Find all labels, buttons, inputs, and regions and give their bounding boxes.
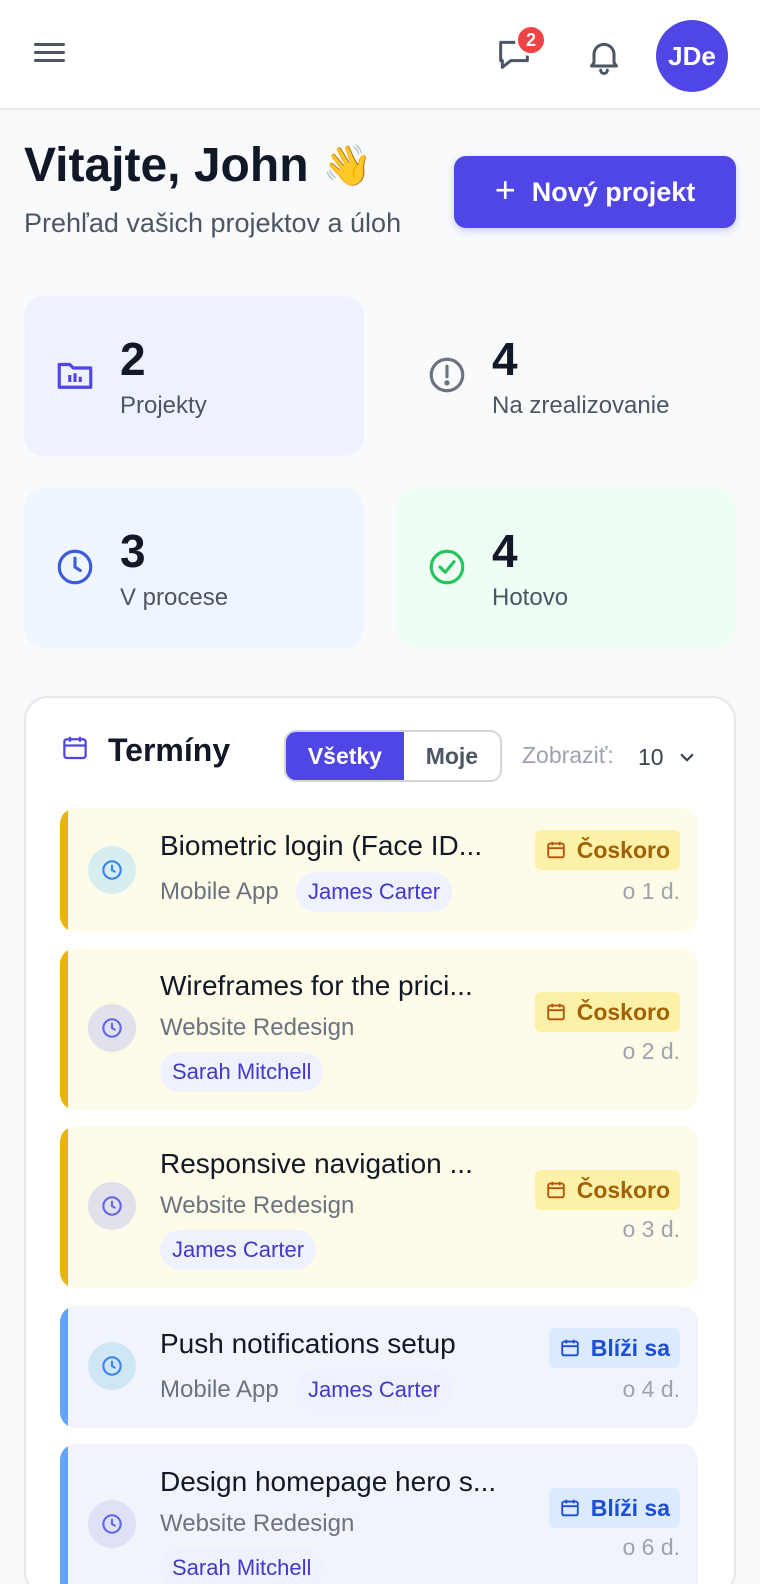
- deadlines-panel: Termíny Všetky Moje Zobraziť: 10 Biometr…: [24, 696, 736, 1584]
- deadlines-title: Termíny: [108, 732, 231, 768]
- task-title: Responsive navigation ...: [160, 1148, 473, 1179]
- task-project: Website Redesign: [160, 1192, 355, 1219]
- task-title: Biometric login (Face ID...: [160, 830, 483, 861]
- assignee-pill[interactable]: James Carter: [160, 1230, 317, 1270]
- row-accent-bar: [60, 808, 68, 932]
- wave-emoji: 👋: [322, 144, 373, 188]
- stat-label: Hotovo: [492, 584, 569, 611]
- status-label: Čoskoro: [576, 836, 670, 863]
- stat-value: 2: [120, 333, 146, 385]
- task-project: Mobile App: [160, 878, 279, 905]
- clock-icon: [88, 1342, 136, 1390]
- stat-label: Projekty: [120, 392, 207, 419]
- new-project-label: Nový projekt: [531, 176, 696, 207]
- calendar-icon: [561, 1339, 579, 1357]
- calendar-icon: [546, 1181, 565, 1199]
- show-count-select[interactable]: 10: [638, 744, 696, 771]
- check-circle-icon: [426, 546, 468, 588]
- page-subtitle: Prehľad vašich projektov a úloh: [24, 208, 402, 238]
- deadline-row[interactable]: Responsive navigation ... Website Redesi…: [60, 1126, 698, 1288]
- due-text: o 6 d.: [622, 1534, 680, 1560]
- stat-card-in-progress[interactable]: 3 V procese: [24, 488, 364, 648]
- calendar-icon: [546, 1003, 565, 1021]
- clock-icon: [88, 1182, 136, 1230]
- calendar-icon: [60, 733, 90, 768]
- assignee-pill[interactable]: Sarah Mitchell: [160, 1052, 324, 1092]
- stat-card-todo[interactable]: 4 Na zrealizovanie: [396, 296, 736, 456]
- clock-icon: [88, 1004, 136, 1052]
- status-label: Blíži sa: [590, 1334, 670, 1361]
- alert-circle-icon: [426, 354, 468, 396]
- due-text: o 1 d.: [622, 878, 680, 904]
- filter-all-button[interactable]: Všetky: [286, 732, 404, 780]
- assignee-pill[interactable]: Sarah Mitchell: [160, 1548, 324, 1584]
- row-accent-bar: [60, 1126, 68, 1288]
- calendar-icon: [546, 841, 565, 859]
- status-badge: Blíži sa: [548, 1328, 680, 1368]
- deadline-row[interactable]: Biometric login (Face ID... Mobile App J…: [60, 808, 698, 932]
- task-project: Website Redesign: [160, 1510, 355, 1537]
- row-accent-bar: [60, 1306, 68, 1428]
- page-title: Vitajte, John 👋: [24, 138, 372, 193]
- row-accent-bar: [60, 948, 68, 1110]
- task-title: Wireframes for the prici...: [160, 970, 473, 1001]
- task-title: Design homepage hero s...: [160, 1466, 497, 1497]
- stat-label: Na zrealizovanie: [492, 392, 670, 419]
- messages-badge: 2: [515, 24, 547, 56]
- stat-value: 4: [492, 333, 518, 385]
- task-project: Website Redesign: [160, 1014, 355, 1041]
- due-text: o 2 d.: [622, 1038, 680, 1064]
- task-title: Push notifications setup: [160, 1328, 456, 1359]
- plus-icon: +: [494, 169, 516, 210]
- stat-value: 3: [120, 525, 146, 577]
- bell-icon[interactable]: [584, 36, 624, 76]
- stat-value: 4: [492, 525, 518, 577]
- status-badge: Čoskoro: [534, 1170, 680, 1210]
- status-badge: Čoskoro: [534, 992, 680, 1032]
- chevron-down-icon: [680, 753, 693, 761]
- top-bar: 2 JDe: [0, 0, 760, 110]
- deadline-row[interactable]: Push notifications setup Mobile App Jame…: [60, 1306, 698, 1428]
- status-label: Čoskoro: [576, 998, 670, 1025]
- folder-icon: [54, 354, 96, 396]
- new-project-button[interactable]: + Nový projekt: [454, 156, 736, 228]
- avatar[interactable]: JDe: [656, 20, 728, 92]
- deadline-row[interactable]: Wireframes for the prici... Website Rede…: [60, 948, 698, 1110]
- stat-card-done[interactable]: 4 Hotovo: [396, 488, 736, 648]
- row-accent-bar: [60, 1444, 68, 1584]
- welcome-title-text: Vitajte, John: [24, 139, 309, 192]
- menu-icon[interactable]: [34, 38, 70, 74]
- assignee-pill[interactable]: James Carter: [296, 1370, 453, 1410]
- status-badge: Blíži sa: [548, 1488, 680, 1528]
- clock-icon: [88, 1500, 136, 1548]
- show-count-label: Zobraziť:: [522, 742, 614, 768]
- assignee-pill[interactable]: James Carter: [296, 872, 453, 912]
- filter-mine-button[interactable]: Moje: [403, 732, 500, 780]
- status-badge: Čoskoro: [534, 830, 680, 870]
- status-label: Blíži sa: [590, 1494, 670, 1521]
- clock-icon: [54, 546, 96, 588]
- due-text: o 4 d.: [622, 1376, 680, 1402]
- deadlines-header: Termíny: [60, 732, 230, 769]
- clock-icon: [88, 846, 136, 894]
- stat-label: V procese: [120, 584, 229, 611]
- deadline-row[interactable]: Design homepage hero s... Website Redesi…: [60, 1444, 698, 1584]
- stat-card-projects[interactable]: 2 Projekty: [24, 296, 364, 456]
- status-label: Čoskoro: [576, 1176, 670, 1203]
- show-count-value: 10: [638, 744, 664, 770]
- due-text: o 3 d.: [622, 1216, 680, 1242]
- deadlines-filter: Všetky Moje: [284, 730, 502, 782]
- task-project: Mobile App: [160, 1376, 279, 1403]
- calendar-icon: [561, 1499, 579, 1517]
